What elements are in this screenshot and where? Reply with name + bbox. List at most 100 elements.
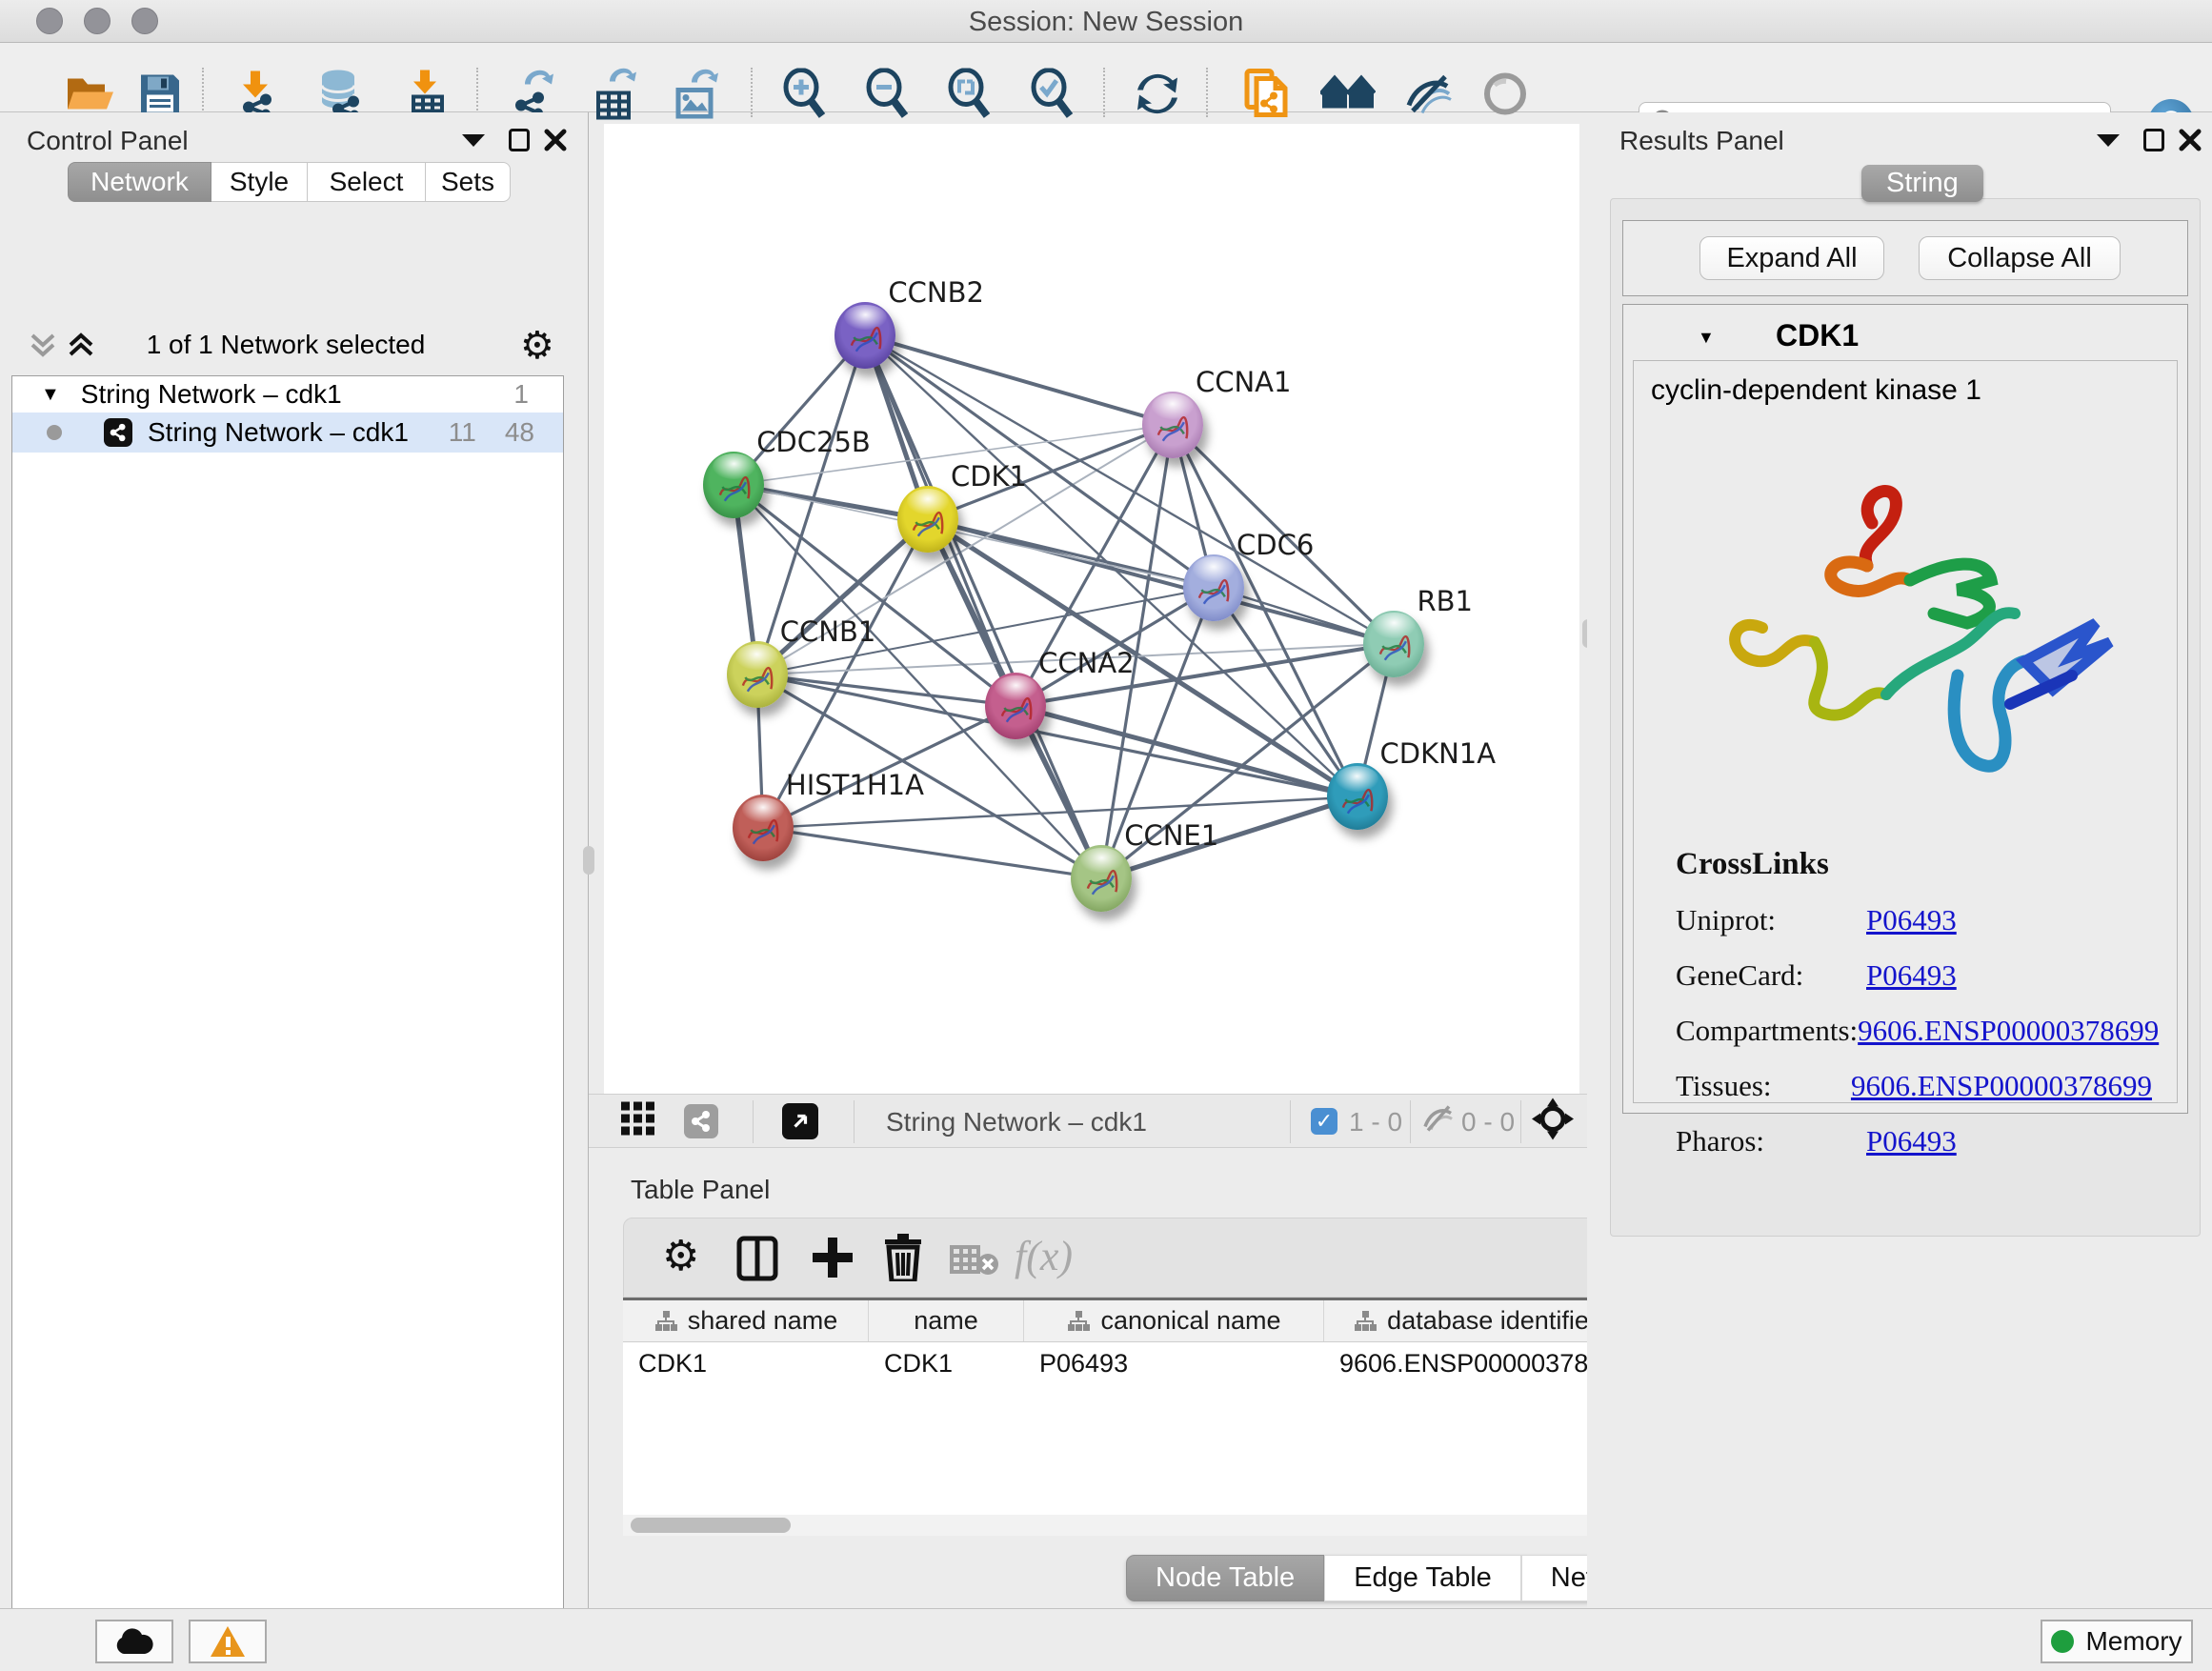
protein-thumbnail-icon — [1333, 778, 1381, 825]
network-node-ccna2[interactable] — [985, 673, 1046, 739]
close-icon — [2179, 129, 2202, 151]
view-title: String Network – cdk1 — [886, 1107, 1147, 1137]
protein-thumbnail-icon — [1189, 569, 1237, 615]
network-node-ccne1[interactable] — [1071, 845, 1132, 912]
grid-view-icon[interactable] — [621, 1102, 655, 1141]
crosslink-genecard-link[interactable]: P06493 — [1866, 958, 1957, 993]
hide-selected-icon[interactable] — [1403, 73, 1455, 120]
network-node-cdc25b[interactable] — [703, 452, 764, 518]
memory-status-dot-icon — [2051, 1630, 2074, 1653]
tab-network[interactable]: Network — [68, 162, 211, 202]
create-column-icon[interactable] — [811, 1236, 855, 1284]
network-node-rb1[interactable] — [1363, 611, 1424, 677]
gene-collapse-arrow-icon[interactable]: ▼ — [1698, 328, 1715, 348]
show-columns-icon[interactable] — [736, 1236, 778, 1286]
column-header-shared-name[interactable]: shared name — [623, 1300, 869, 1341]
show-all-icon[interactable] — [1320, 74, 1376, 119]
collapse-all-button[interactable]: Collapse All — [1919, 236, 2121, 280]
delete-column-trash-icon[interactable] — [883, 1234, 923, 1286]
results-panel-maximize-button[interactable] — [2138, 124, 2170, 156]
table-cell[interactable]: P06493 — [1024, 1342, 1324, 1384]
crosslink-pharos-link[interactable]: P06493 — [1866, 1124, 1957, 1158]
left-splitter-handle[interactable] — [583, 846, 594, 875]
collection-expand-arrow-icon[interactable]: ▼ — [41, 384, 60, 406]
column-header-database-identifier[interactable]: database identifier — [1324, 1300, 1627, 1341]
network-node-cdc6[interactable] — [1183, 554, 1244, 621]
network-edge[interactable] — [763, 828, 1101, 878]
network-canvas[interactable]: CCNB2CCNA1CDC25BCDK1CDC6RB1CCNB1CCNA2CDK… — [604, 124, 1579, 1094]
network-node-ccnb2[interactable] — [835, 302, 895, 369]
gene-description: cyclin-dependent kinase 1 — [1651, 374, 1981, 407]
table-cell[interactable]: 9606.ENSP00000378699 — [1324, 1342, 1627, 1384]
detach-view-icon[interactable] — [782, 1103, 818, 1139]
title-bar: Session: New Session — [0, 0, 2212, 43]
collapse-all-networks-icon[interactable] — [29, 330, 57, 365]
network-node-cdk1[interactable] — [897, 486, 958, 553]
birds-eye-view-icon[interactable] — [1532, 1098, 1574, 1145]
results-panel-float-button[interactable] — [2092, 124, 2124, 156]
crosslink-label: Tissues: — [1676, 1069, 1851, 1103]
node-label-ccnb2: CCNB2 — [888, 276, 984, 309]
network-options-gear-icon[interactable]: ⚙ — [520, 324, 554, 368]
eye-icon[interactable] — [1483, 72, 1527, 121]
network-edge[interactable] — [928, 519, 1394, 643]
scrollbar-thumb[interactable] — [631, 1518, 791, 1533]
export-image-icon[interactable] — [671, 70, 720, 124]
toolbar-separator — [751, 68, 753, 117]
control-panel-tabs: Network Style Select Sets — [68, 162, 511, 202]
clone-network-icon[interactable] — [1243, 68, 1291, 126]
column-header-canonical-name[interactable]: canonical name — [1024, 1300, 1324, 1341]
protein-thumbnail-icon — [1148, 406, 1196, 453]
network-node-hist1h1a[interactable] — [733, 795, 794, 861]
results-panel-close-button[interactable] — [2174, 124, 2206, 156]
protein-thumbnail-icon — [1370, 625, 1418, 672]
refresh-icon[interactable] — [1134, 71, 1181, 122]
network-edge[interactable] — [763, 706, 1016, 828]
network-node-ccnb1[interactable] — [727, 641, 788, 708]
tab-select[interactable]: Select — [308, 162, 426, 202]
collection-name: String Network – cdk1 — [81, 379, 342, 410]
network-edge[interactable] — [865, 335, 1394, 644]
table-options-gear-icon[interactable]: ⚙ — [662, 1232, 699, 1280]
memory-button[interactable]: Memory — [2041, 1620, 2193, 1663]
tab-node-table[interactable]: Node Table — [1126, 1555, 1324, 1601]
crosslink-tissues-link[interactable]: 9606.ENSP00000378699 — [1851, 1069, 2152, 1103]
zoom-selected-icon[interactable] — [1029, 69, 1076, 125]
tab-style[interactable]: Style — [211, 162, 308, 202]
close-icon — [544, 129, 567, 151]
protein-thumbnail-icon — [1077, 859, 1126, 906]
network-row-selected[interactable]: String Network – cdk1 11 48 — [12, 413, 563, 453]
tab-edge-table[interactable]: Edge Table — [1324, 1555, 1521, 1601]
zoom-fit-icon[interactable] — [946, 69, 994, 125]
expand-all-button[interactable]: Expand All — [1699, 236, 1884, 280]
string-results-tab[interactable]: String — [1861, 165, 1983, 202]
control-panel-maximize-button[interactable] — [503, 124, 535, 156]
network-view-toolbar: String Network – cdk1 ✓ 1 - 0 0 - 0 — [589, 1094, 1587, 1148]
node-label-ccne1: CCNE1 — [1124, 819, 1218, 852]
table-cell[interactable]: CDK1 — [623, 1342, 869, 1384]
control-panel-close-button[interactable] — [539, 124, 572, 156]
zoom-in-icon[interactable] — [781, 69, 829, 125]
toolbar-separator — [1103, 68, 1105, 117]
crosslink-uniprot-link[interactable]: P06493 — [1866, 903, 1957, 937]
crosslink-label: Compartments: — [1676, 1014, 1858, 1048]
cloud-status-button[interactable] — [95, 1620, 173, 1663]
network-node-cdkn1a[interactable] — [1327, 763, 1388, 830]
memory-label: Memory — [2085, 1626, 2182, 1657]
crosslink-compartments-link[interactable]: 9606.ENSP00000378699 — [1858, 1014, 2159, 1048]
table-cell[interactable]: CDK1 — [869, 1342, 1024, 1384]
node-label-rb1: RB1 — [1417, 585, 1473, 617]
zoom-out-icon[interactable] — [864, 69, 912, 125]
network-node-ccna1[interactable] — [1142, 392, 1203, 458]
node-label-cdc6: CDC6 — [1237, 529, 1314, 561]
tab-sets[interactable]: Sets — [426, 162, 511, 202]
warnings-button[interactable] — [189, 1620, 267, 1663]
selected-checkbox-icon[interactable]: ✓ — [1311, 1108, 1337, 1135]
control-panel-float-button[interactable] — [457, 124, 490, 156]
network-collection-row[interactable]: ▼ String Network – cdk1 1 — [12, 376, 563, 413]
cloud-icon — [114, 1627, 154, 1656]
expand-all-networks-icon[interactable] — [67, 330, 95, 365]
network-view-mode-icon[interactable] — [684, 1104, 718, 1138]
export-table-icon[interactable] — [591, 69, 638, 125]
column-header-name[interactable]: name — [869, 1300, 1024, 1341]
